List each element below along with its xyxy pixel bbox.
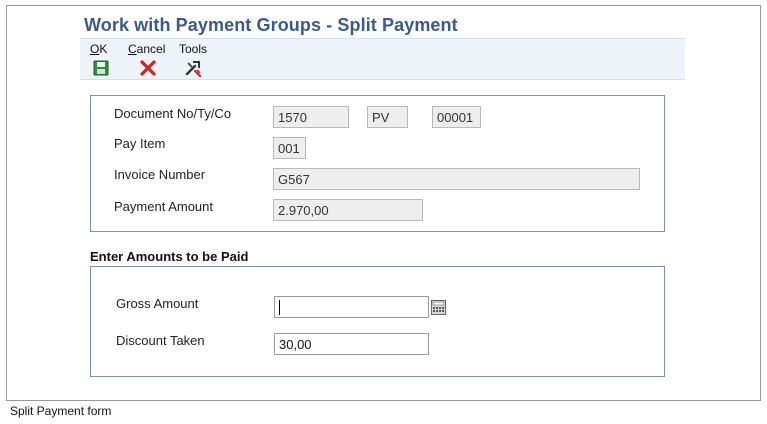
discount-taken-label: Discount Taken	[116, 333, 205, 348]
figure-caption: Split Payment form	[10, 404, 112, 418]
document-company-field: 00001	[432, 106, 481, 128]
gross-amount-input[interactable]	[274, 296, 429, 318]
cancel-button[interactable]: Cancel	[128, 42, 165, 56]
pay-item-label: Pay Item	[114, 136, 166, 151]
gross-amount-label: Gross Amount	[116, 296, 199, 311]
tools-icon[interactable]	[184, 59, 202, 77]
page-title: Work with Payment Groups - Split Payment	[84, 15, 458, 35]
invoice-number-label: Invoice Number	[114, 167, 206, 182]
document-no-field: 1570	[273, 106, 349, 128]
discount-taken-input[interactable]: 30,00	[274, 333, 429, 355]
text-caret	[279, 300, 280, 315]
document-no-label: Document No/Ty/Co	[114, 106, 232, 121]
invoice-number-field: G567	[273, 168, 640, 190]
payment-amount-label: Payment Amount	[114, 199, 213, 214]
amounts-panel	[90, 266, 665, 377]
ok-button[interactable]: OK	[90, 42, 107, 56]
pay-item-field: 001	[273, 137, 306, 159]
tools-button-label: Tools	[179, 42, 208, 56]
document-type-field: PV	[367, 106, 408, 128]
ok-button-label: OK	[90, 42, 108, 56]
calculator-icon[interactable]	[431, 300, 446, 315]
tools-button[interactable]: Tools	[179, 42, 207, 56]
cancel-button-label: Cancel	[128, 42, 166, 56]
amounts-section-heading: Enter Amounts to be Paid	[90, 249, 249, 264]
toolbar: OK Cancel Tools	[80, 38, 685, 80]
close-icon[interactable]	[139, 59, 157, 77]
save-icon[interactable]	[92, 59, 110, 77]
payment-amount-field: 2.970,00	[273, 199, 423, 221]
